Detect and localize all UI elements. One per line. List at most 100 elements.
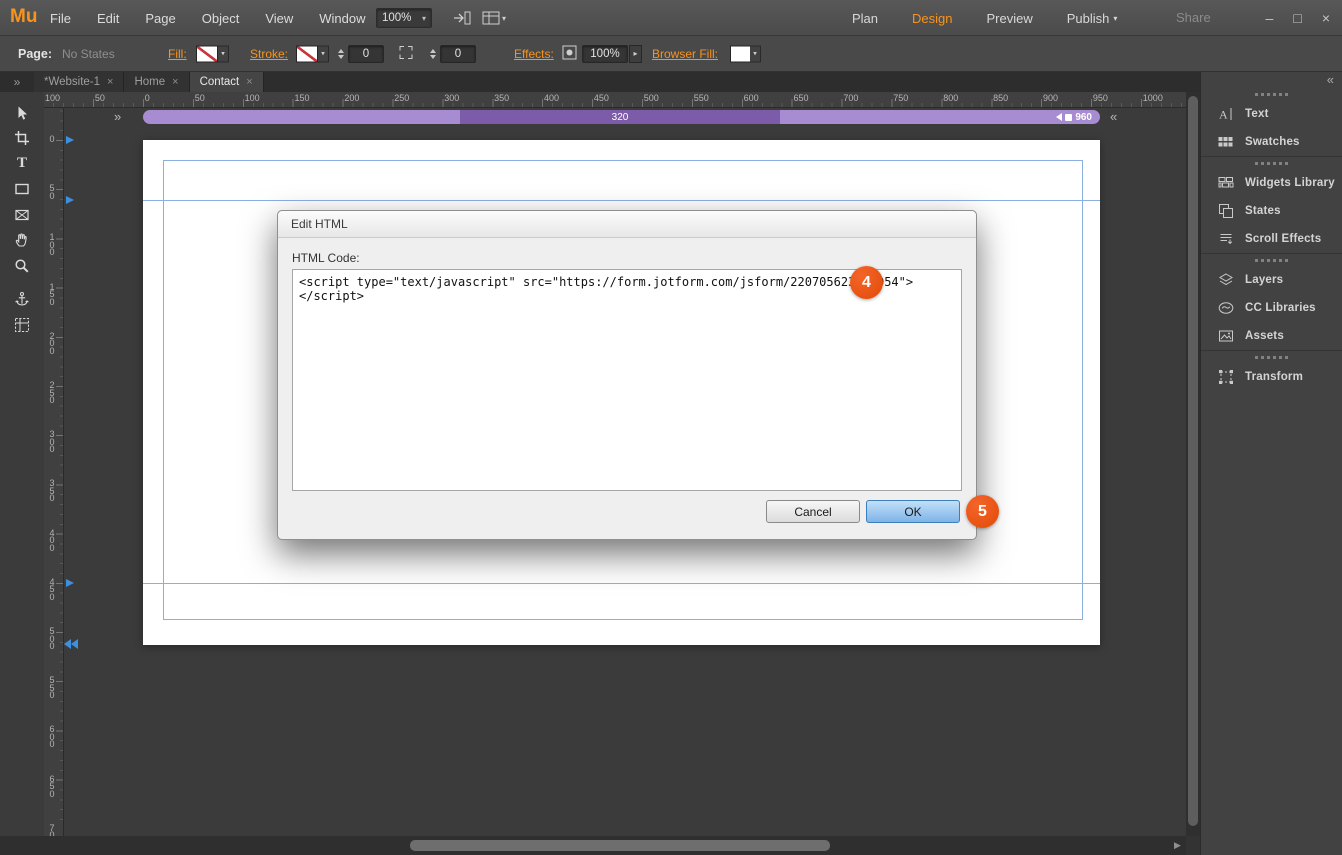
- chevrons-right-icon[interactable]: »: [114, 109, 121, 124]
- text-tool[interactable]: T: [0, 151, 44, 177]
- ruler-label: 700: [843, 93, 859, 103]
- vertical-scrollbar[interactable]: [1186, 92, 1200, 836]
- mode-publish-button[interactable]: Publish ▾: [1067, 11, 1118, 26]
- footer-guide[interactable]: [143, 583, 1100, 584]
- menu-window[interactable]: Window: [319, 11, 365, 26]
- panel-group: Layers CC Libraries Assets: [1201, 253, 1342, 350]
- crop-tool[interactable]: [0, 126, 44, 152]
- panel-gripper-icon[interactable]: [1254, 259, 1289, 262]
- ruler-label: 5 5 0: [49, 675, 55, 701]
- chevron-right-icon[interactable]: ▸: [629, 44, 642, 63]
- scroll-right-arrow-icon[interactable]: ▶: [1174, 840, 1181, 851]
- chevron-down-icon[interactable]: ▾: [750, 45, 761, 62]
- page-width-bar[interactable]: 320 960: [143, 110, 1100, 124]
- browser-fill-link[interactable]: Browser Fill:: [652, 47, 718, 61]
- go-to-page-icon[interactable]: [452, 10, 472, 26]
- guide-handle-icon[interactable]: [66, 136, 74, 144]
- stroke-weight-stepper[interactable]: [336, 45, 346, 63]
- mode-preview-button[interactable]: Preview: [987, 11, 1033, 26]
- guide-handle-icon[interactable]: [66, 196, 74, 204]
- expand-panel-icon[interactable]: »: [0, 72, 34, 92]
- guide-handle-icon[interactable]: [66, 579, 74, 587]
- cancel-button[interactable]: Cancel: [766, 500, 860, 523]
- close-button[interactable]: ×: [1322, 10, 1330, 26]
- menu-file[interactable]: File: [50, 11, 71, 26]
- menu-object[interactable]: Object: [202, 11, 240, 26]
- panel-item-label: Widgets Library: [1245, 177, 1335, 189]
- menu-view[interactable]: View: [265, 11, 293, 26]
- document-tab-home[interactable]: Home ×: [124, 72, 190, 92]
- html-code-label: HTML Code:: [292, 251, 360, 265]
- stroke-link[interactable]: Stroke:: [250, 47, 288, 61]
- horizontal-scroll-thumb[interactable]: [410, 840, 830, 851]
- tab-label: *Website-1: [44, 76, 101, 88]
- anchor-tool[interactable]: [0, 287, 44, 313]
- panel-gripper-icon[interactable]: [1254, 356, 1289, 359]
- vertical-scroll-thumb[interactable]: [1188, 96, 1198, 826]
- menu-page[interactable]: Page: [145, 11, 175, 26]
- mode-design-button[interactable]: Design: [912, 11, 952, 26]
- collapse-panels-icon[interactable]: «: [1327, 72, 1334, 87]
- panel-gripper-icon[interactable]: [1254, 93, 1289, 96]
- effects-link[interactable]: Effects:: [514, 47, 554, 61]
- ruler-label: 300: [444, 93, 460, 103]
- corner-radius-field[interactable]: 0: [440, 44, 476, 63]
- document-tab-website1[interactable]: *Website-1 ×: [34, 72, 125, 92]
- page-width-handle[interactable]: 960: [1056, 110, 1092, 124]
- zoom-tool[interactable]: [0, 253, 44, 279]
- opacity-field[interactable]: 100%: [582, 44, 628, 63]
- design-canvas[interactable]: » 320 960 « Edit HTML HTML Code: <script…: [64, 108, 1186, 836]
- menu-edit[interactable]: Edit: [97, 11, 119, 26]
- panel-group: Widgets Library States Scroll Effects: [1201, 156, 1342, 253]
- close-icon[interactable]: ×: [172, 76, 178, 88]
- fill-link[interactable]: Fill:: [168, 47, 187, 61]
- chevron-down-icon[interactable]: ▾: [318, 45, 329, 62]
- chevrons-left-icon[interactable]: «: [1110, 109, 1117, 124]
- app-logo[interactable]: Mu: [10, 6, 37, 28]
- rectangle-tool[interactable]: [0, 177, 44, 203]
- hand-tool[interactable]: [0, 228, 44, 254]
- panel-item-layers[interactable]: Layers: [1201, 266, 1342, 294]
- corner-radius-stepper[interactable]: [428, 45, 438, 63]
- close-icon[interactable]: ×: [246, 76, 252, 88]
- browser-fill-swatch[interactable]: [730, 45, 752, 62]
- ok-button[interactable]: OK: [866, 500, 960, 523]
- zoom-level-select[interactable]: 100% ▾: [376, 8, 432, 28]
- rectangle-frame-tool[interactable]: [0, 202, 44, 228]
- close-icon[interactable]: ×: [107, 76, 113, 88]
- page-bottom-handle-icon[interactable]: [64, 639, 78, 649]
- panel-item-assets[interactable]: Assets: [1201, 322, 1342, 350]
- panel-item-scroll-effects[interactable]: Scroll Effects: [1201, 225, 1342, 253]
- header-guide[interactable]: [143, 200, 1100, 201]
- panel-item-label: CC Libraries: [1245, 302, 1316, 314]
- ruler-label: 750: [893, 93, 909, 103]
- document-tab-contact[interactable]: Contact ×: [189, 72, 264, 92]
- panel-item-cc-libraries[interactable]: CC Libraries: [1201, 294, 1342, 322]
- ruler-label: 5 0: [49, 183, 55, 201]
- share-button[interactable]: Share: [1176, 10, 1211, 25]
- stroke-swatch[interactable]: [296, 45, 318, 62]
- selected-width-segment[interactable]: 320: [460, 110, 780, 124]
- panel-item-text[interactable]: A Text: [1201, 100, 1342, 128]
- screen-mode-icon[interactable]: ▾: [482, 10, 506, 26]
- maximize-button[interactable]: □: [1293, 10, 1301, 26]
- panel-gripper-icon[interactable]: [1254, 162, 1289, 165]
- dialog-titlebar[interactable]: Edit HTML: [278, 211, 976, 238]
- panel-item-swatches[interactable]: Swatches: [1201, 128, 1342, 156]
- effects-icon[interactable]: [562, 45, 577, 63]
- chevron-down-icon[interactable]: ▾: [218, 45, 229, 62]
- panel-item-transform[interactable]: Transform: [1201, 363, 1342, 391]
- fill-swatch[interactable]: [196, 45, 218, 62]
- tab-label: Home: [134, 76, 166, 88]
- ruler-label: 50: [194, 93, 205, 103]
- selection-tool[interactable]: [0, 100, 44, 126]
- states-value[interactable]: No States: [62, 47, 115, 61]
- minimize-button[interactable]: –: [1266, 10, 1274, 26]
- html-code-textarea[interactable]: <script type="text/javascript" src="http…: [292, 269, 962, 491]
- mode-plan-button[interactable]: Plan: [852, 11, 878, 26]
- panel-item-states[interactable]: States: [1201, 197, 1342, 225]
- slice-tool[interactable]: [0, 312, 44, 338]
- panel-item-widgets-library[interactable]: Widgets Library: [1201, 169, 1342, 197]
- stroke-weight-field[interactable]: 0: [348, 44, 384, 63]
- horizontal-scrollbar[interactable]: ▶: [0, 836, 1200, 855]
